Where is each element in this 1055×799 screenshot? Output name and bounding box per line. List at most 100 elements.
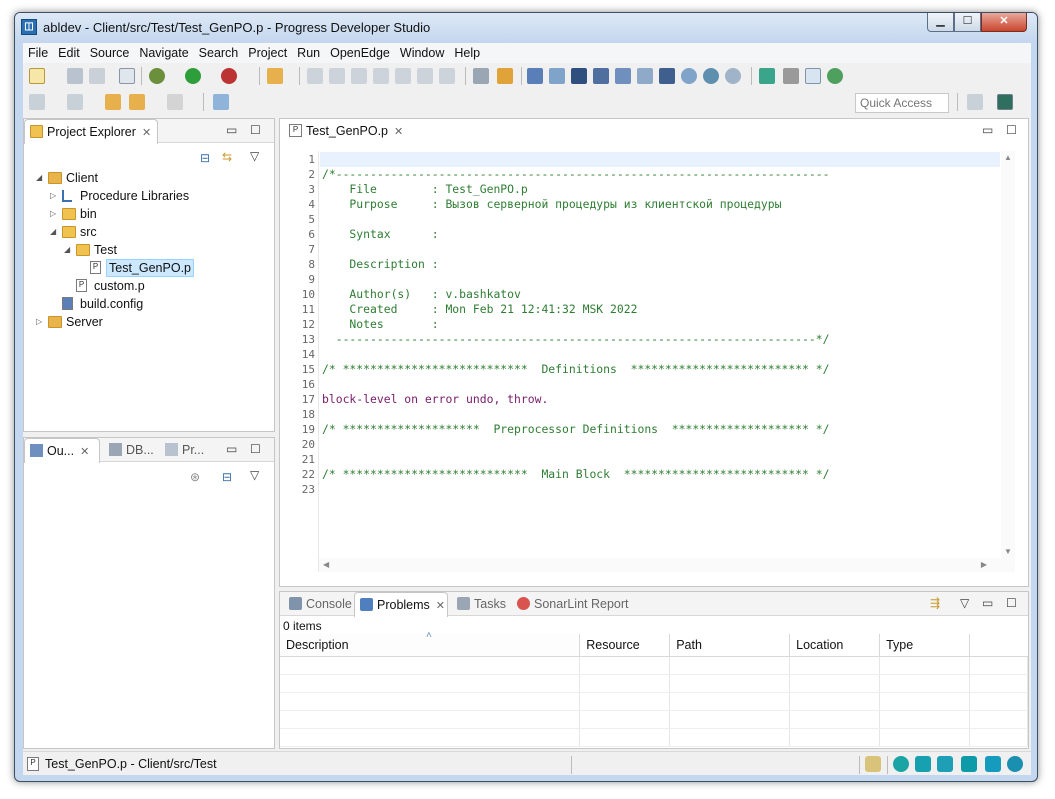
tree-item[interactable]: ◢ src — [24, 223, 274, 241]
sort-icon[interactable]: ⊛ — [190, 470, 200, 484]
terminate-icon[interactable] — [351, 68, 367, 84]
close-tab-icon[interactable]: ✕ — [142, 127, 151, 139]
last-edit-icon[interactable] — [105, 94, 121, 110]
tree-item[interactable]: ◢ Test — [24, 241, 274, 259]
globe-icon[interactable] — [827, 68, 843, 84]
close-tab-icon[interactable]: ✕ — [436, 600, 445, 612]
column-header-path[interactable]: Path — [669, 634, 791, 657]
column-header-type[interactable]: Type — [879, 634, 971, 657]
step-return-icon[interactable] — [439, 68, 455, 84]
tree-item[interactable]: ▷ Procedure Libraries — [24, 187, 274, 205]
sync-icon[interactable] — [865, 756, 881, 772]
back-icon[interactable] — [129, 94, 145, 110]
scroll-left-icon[interactable]: ◀ — [323, 560, 329, 569]
scroll-right-icon[interactable]: ▶ — [981, 560, 987, 569]
search-db-icon[interactable] — [681, 68, 697, 84]
view-menu-icon[interactable]: ▽ — [250, 149, 259, 163]
tree-item[interactable]: P Test_GenPO.p — [24, 259, 274, 277]
collapse-all-icon[interactable]: ⊟ — [222, 470, 232, 484]
grid-icon[interactable] — [593, 68, 609, 84]
wizard-icon[interactable] — [267, 68, 283, 84]
column-header-description[interactable]: Description ˄ — [280, 630, 581, 657]
quick-access-input[interactable] — [855, 93, 949, 113]
tree-item[interactable]: ◢ Client — [24, 169, 274, 187]
folder-icon[interactable] — [985, 756, 1001, 772]
schema-icon[interactable] — [615, 68, 631, 84]
close-tab-icon[interactable]: ✕ — [80, 446, 89, 458]
run-icon[interactable] — [185, 68, 201, 84]
menu-edit[interactable]: Edit — [53, 43, 85, 63]
pin-editor-icon[interactable] — [213, 94, 229, 110]
tree-item[interactable]: Pcustom.p — [24, 277, 274, 295]
query-icon[interactable] — [637, 68, 653, 84]
maximize-view-icon[interactable]: ☐ — [250, 123, 261, 137]
tab-properties[interactable]: Pr... — [160, 438, 214, 462]
code-editor[interactable]: 1 2 3 4 5 6 7 8 9 10 11 12 13 14 15 16 17 18 19 20 21 22 23 /*… — [295, 151, 1015, 572]
tree-item[interactable]: ▷ Server — [24, 313, 274, 331]
open-perspective-icon[interactable] — [967, 94, 983, 110]
presentation-icon[interactable] — [961, 756, 977, 772]
tab-problems[interactable]: Problems ✕ — [354, 592, 448, 617]
tab-console[interactable]: Console — [284, 592, 352, 616]
db-admin-icon[interactable] — [725, 68, 741, 84]
menu-file[interactable]: File — [23, 43, 53, 63]
save-icon[interactable] — [67, 68, 83, 84]
tree-item[interactable]: build.config — [24, 295, 274, 313]
maximize-view-icon[interactable]: ☐ — [1006, 596, 1017, 610]
app-builder-icon[interactable] — [527, 68, 543, 84]
draw-icon[interactable] — [937, 756, 953, 772]
globe-icon[interactable] — [1007, 756, 1023, 772]
view-menu-icon[interactable]: ▽ — [250, 468, 259, 482]
new-icon[interactable] — [29, 68, 45, 84]
collapse-all-icon[interactable]: ⊟ — [200, 151, 210, 165]
save-all-icon[interactable] — [89, 68, 105, 84]
disconnect-icon[interactable] — [373, 68, 389, 84]
sparkle-icon[interactable] — [915, 756, 931, 772]
focus-icon[interactable]: ⇶ — [930, 596, 940, 610]
collapsed-arrow-icon[interactable]: ▷ — [50, 205, 60, 223]
compile-icon[interactable] — [497, 68, 513, 84]
external-tools-icon[interactable] — [221, 68, 237, 84]
terminal-icon[interactable] — [571, 68, 587, 84]
tab-project-explorer[interactable]: Project Explorer ✕ — [24, 119, 158, 144]
expanded-arrow-icon[interactable]: ◢ — [50, 223, 60, 241]
menu-navigate[interactable]: Navigate — [134, 43, 193, 63]
menu-window[interactable]: Window — [395, 43, 449, 63]
step-over-icon[interactable] — [417, 68, 433, 84]
eye-icon[interactable] — [893, 756, 909, 772]
tab-db-structure[interactable]: DB... — [104, 438, 158, 462]
db-connect-icon[interactable] — [703, 68, 719, 84]
tab-editor-file[interactable]: P Test_GenPO.p ✕ — [284, 119, 403, 144]
collapsed-arrow-icon[interactable]: ▷ — [36, 313, 46, 331]
tab-sonarlint-report[interactable]: SonarLint Report — [512, 592, 630, 616]
ampersand-icon[interactable] — [805, 68, 821, 84]
suspend-icon[interactable] — [329, 68, 345, 84]
view-menu-icon[interactable]: ▽ — [960, 596, 969, 610]
column-header-resource[interactable]: Resource — [579, 634, 671, 657]
menu-project[interactable]: Project — [243, 43, 292, 63]
minimize-view-icon[interactable]: ▭ — [982, 123, 993, 137]
close-tab-icon[interactable]: ✕ — [394, 126, 403, 138]
expanded-arrow-icon[interactable]: ◢ — [64, 241, 74, 259]
forward-icon[interactable] — [167, 94, 183, 110]
maximize-view-icon[interactable]: ☐ — [250, 442, 261, 456]
tree-item[interactable]: ▷ bin — [24, 205, 274, 223]
minimize-view-icon[interactable]: ▭ — [226, 442, 237, 456]
maximize-view-icon[interactable]: ☐ — [1006, 123, 1017, 137]
tab-outline[interactable]: Ou... ✕ — [24, 438, 100, 463]
menu-help[interactable]: Help — [449, 43, 485, 63]
scroll-down-icon[interactable]: ▼ — [1004, 547, 1012, 556]
format-icon[interactable] — [473, 68, 489, 84]
step-into-icon[interactable] — [395, 68, 411, 84]
vertical-scrollbar[interactable]: ▲ ▼ — [1001, 151, 1015, 572]
print-icon[interactable] — [119, 68, 135, 84]
horizontal-scrollbar[interactable]: ◀ ▶ — [319, 558, 1001, 572]
pen-icon[interactable] — [783, 68, 799, 84]
database-icon[interactable] — [759, 68, 775, 84]
expanded-arrow-icon[interactable]: ◢ — [36, 169, 46, 187]
menu-search[interactable]: Search — [194, 43, 244, 63]
next-annotation-icon[interactable] — [29, 94, 45, 110]
menu-openedge[interactable]: OpenEdge — [325, 43, 395, 63]
link-editor-icon[interactable]: ⇆ — [222, 150, 232, 164]
debug-icon[interactable] — [149, 68, 165, 84]
